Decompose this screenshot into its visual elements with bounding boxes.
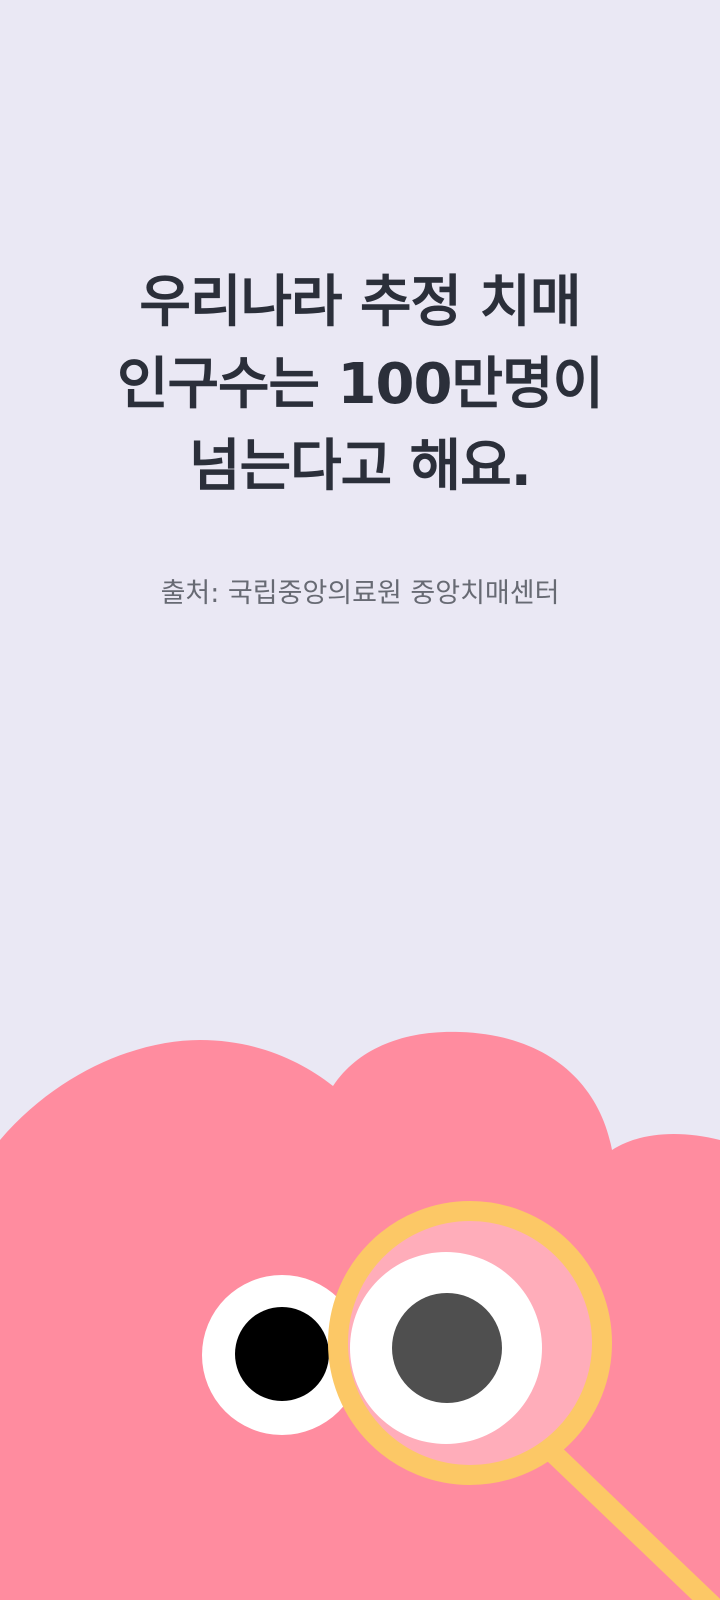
right-eye-pupil <box>392 1293 502 1403</box>
headline-line-3: 넘는다고 해요. <box>189 434 532 499</box>
headline-line-1: 우리나라 추정 치매 <box>139 270 581 335</box>
headline-line-2: 인구수는 100만명이 <box>116 352 604 417</box>
left-eye-pupil <box>235 1307 329 1401</box>
mascot-illustration <box>0 1031 720 1600</box>
headline: 우리나라 추정 치매 인구수는 100만명이 넘는다고 해요. <box>0 262 720 508</box>
source-caption: 출처: 국립중앙의료원 중앙치매센터 <box>160 578 560 609</box>
dementia-info-screen: 우리나라 추정 치매 인구수는 100만명이 넘는다고 해요. 출처: 국립중앙… <box>0 0 720 1600</box>
